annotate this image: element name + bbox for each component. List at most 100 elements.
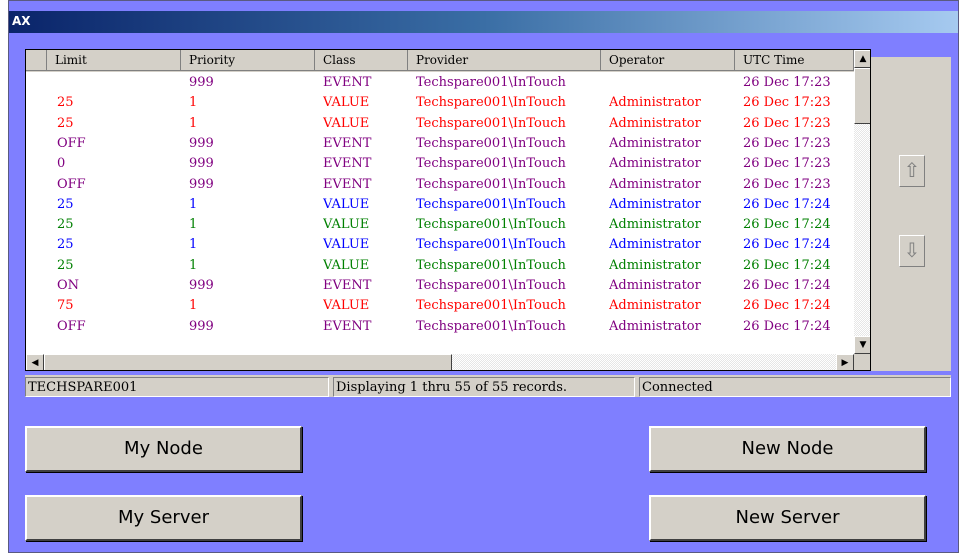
- cell-limit: 25: [57, 115, 74, 131]
- horizontal-scroll-thumb[interactable]: [44, 354, 452, 370]
- cell-class: EVENT: [323, 318, 372, 334]
- cell-priority: 1: [189, 196, 198, 212]
- my-node-button[interactable]: My Node: [25, 426, 302, 472]
- cell-priority: 1: [189, 95, 198, 111]
- cell-limit: 25: [57, 196, 74, 212]
- cell-provider: Techspare001\InTouch: [416, 217, 566, 233]
- cell-operator: Administrator: [609, 196, 701, 212]
- cell-utc-time: 26 Dec 17:23: [743, 176, 831, 192]
- cell-priority: 1: [189, 115, 198, 131]
- new-node-button[interactable]: New Node: [649, 426, 926, 472]
- scroll-right-button[interactable]: ▶: [836, 354, 854, 370]
- cell-operator: Administrator: [609, 237, 701, 253]
- table-row[interactable]: OFF 999 EVENT Techspare001\InTouch Administr…: [26, 134, 846, 154]
- cell-operator: Administrator: [609, 298, 701, 314]
- page-down-button[interactable]: ⇩: [899, 235, 925, 267]
- column-header-class[interactable]: Class: [315, 50, 408, 71]
- cell-provider: Techspare001\InTouch: [416, 318, 566, 334]
- triangle-up-icon: ▲: [859, 54, 867, 64]
- cell-class: EVENT: [323, 156, 372, 172]
- my-server-button[interactable]: My Server: [25, 495, 302, 541]
- cell-utc-time: 26 Dec 17:23: [743, 75, 831, 90]
- vertical-scroll-thumb[interactable]: [854, 68, 870, 124]
- cell-priority: 1: [189, 298, 198, 314]
- cell-limit: 0: [57, 156, 66, 172]
- cell-utc-time: 26 Dec 17:24: [743, 217, 831, 233]
- horizontal-scrollbar[interactable]: ◀ ▶: [26, 354, 854, 370]
- cell-operator: Administrator: [609, 278, 701, 293]
- cell-provider: Techspare001\InTouch: [416, 75, 566, 90]
- cell-provider: Techspare001\InTouch: [416, 278, 566, 293]
- cell-priority: 999: [189, 278, 214, 293]
- cell-operator: Administrator: [609, 115, 701, 131]
- cell-class: VALUE: [323, 196, 370, 212]
- column-header-priority[interactable]: Priority: [181, 50, 315, 71]
- scroll-down-button[interactable]: ▼: [854, 336, 870, 354]
- triangle-left-icon: ◀: [31, 358, 39, 368]
- cell-provider: Techspare001\InTouch: [416, 156, 566, 172]
- cell-utc-time: 26 Dec 17:24: [743, 298, 831, 314]
- status-records: Displaying 1 thru 55 of 55 records.: [333, 377, 635, 397]
- cell-priority: 999: [189, 156, 214, 172]
- title-bar[interactable]: AX: [9, 11, 958, 33]
- cell-priority: 999: [189, 318, 214, 334]
- cell-limit: 75: [57, 298, 74, 314]
- table-row[interactable]: 75 1 VALUE Techspare001\InTouch Administrato…: [26, 296, 846, 316]
- cell-priority: 1: [189, 237, 198, 253]
- triangle-down-icon: ▼: [859, 340, 867, 350]
- arrow-down-icon: ⇩: [903, 238, 921, 262]
- table-row[interactable]: OFF 999 EVENT Techspare001\InTouch Administr…: [26, 317, 846, 337]
- cell-operator: Administrator: [609, 217, 701, 233]
- row-selector-header[interactable]: [26, 50, 47, 71]
- cell-provider: Techspare001\InTouch: [416, 115, 566, 131]
- cell-utc-time: 26 Dec 17:23: [743, 156, 831, 172]
- cell-class: VALUE: [323, 217, 370, 233]
- grid-header: Limit Priority Class Provider Operator U…: [26, 50, 870, 72]
- table-row[interactable]: ON 999 EVENT Techspare001\InTouch Administra…: [26, 276, 846, 296]
- scroll-up-button[interactable]: ▲: [854, 50, 870, 68]
- cell-operator: Administrator: [609, 318, 701, 334]
- table-row[interactable]: 25 1 VALUE Techspare001\InTouch Administrato…: [26, 215, 846, 235]
- cell-operator: Administrator: [609, 176, 701, 192]
- cell-class: VALUE: [323, 95, 370, 111]
- alarm-window: AX Limit Priority Class Provider Operato…: [8, 0, 959, 553]
- table-row[interactable]: 25 1 VALUE Techspare001\InTouch Administrato…: [26, 114, 846, 134]
- cell-provider: Techspare001\InTouch: [416, 135, 566, 151]
- status-connection: Connected: [639, 377, 951, 397]
- cell-provider: Techspare001\InTouch: [416, 257, 566, 273]
- cell-class: EVENT: [323, 135, 372, 151]
- column-header-utc-time[interactable]: UTC Time: [735, 50, 854, 71]
- table-row[interactable]: 25 1 VALUE Techspare001\InTouch Administrato…: [26, 256, 846, 276]
- column-header-limit[interactable]: Limit: [47, 50, 181, 71]
- scroll-left-button[interactable]: ◀: [26, 354, 44, 370]
- arrow-up-icon: ⇧: [903, 158, 921, 182]
- table-row[interactable]: 0 999 EVENT Techspare001\InTouch Administrat…: [26, 154, 846, 174]
- cell-limit: OFF: [57, 135, 86, 151]
- cell-class: VALUE: [323, 257, 370, 273]
- new-server-button[interactable]: New Server: [649, 495, 926, 541]
- page-up-button[interactable]: ⇧: [899, 155, 925, 187]
- cell-priority: 999: [189, 75, 214, 90]
- cell-utc-time: 26 Dec 17:23: [743, 115, 831, 131]
- vertical-scrollbar[interactable]: ▲ ▼: [854, 50, 870, 354]
- cell-limit: 25: [57, 95, 74, 111]
- window-title: AX: [12, 14, 31, 28]
- table-row[interactable]: 999 EVENT Techspare001\InTouch 26 Dec 17:23: [26, 73, 846, 93]
- cell-limit: OFF: [57, 318, 86, 334]
- table-row[interactable]: 25 1 VALUE Techspare001\InTouch Administrato…: [26, 93, 846, 113]
- alarm-grid[interactable]: Limit Priority Class Provider Operator U…: [25, 49, 871, 371]
- cell-operator: Administrator: [609, 95, 701, 111]
- table-row[interactable]: 25 1 VALUE Techspare001\InTouch Administrato…: [26, 235, 846, 255]
- triangle-right-icon: ▶: [841, 358, 849, 368]
- cell-provider: Techspare001\InTouch: [416, 176, 566, 192]
- scroll-corner: [854, 354, 870, 370]
- cell-priority: 999: [189, 176, 214, 192]
- column-header-operator[interactable]: Operator: [601, 50, 735, 71]
- table-row[interactable]: OFF 999 EVENT Techspare001\InTouch Administr…: [26, 175, 846, 195]
- cell-utc-time: 26 Dec 17:24: [743, 196, 831, 212]
- cell-utc-time: 26 Dec 17:23: [743, 135, 831, 151]
- cell-limit: 25: [57, 257, 74, 273]
- column-header-provider[interactable]: Provider: [408, 50, 601, 71]
- cell-operator: Administrator: [609, 135, 701, 151]
- table-row[interactable]: 25 1 VALUE Techspare001\InTouch Administrato…: [26, 195, 846, 215]
